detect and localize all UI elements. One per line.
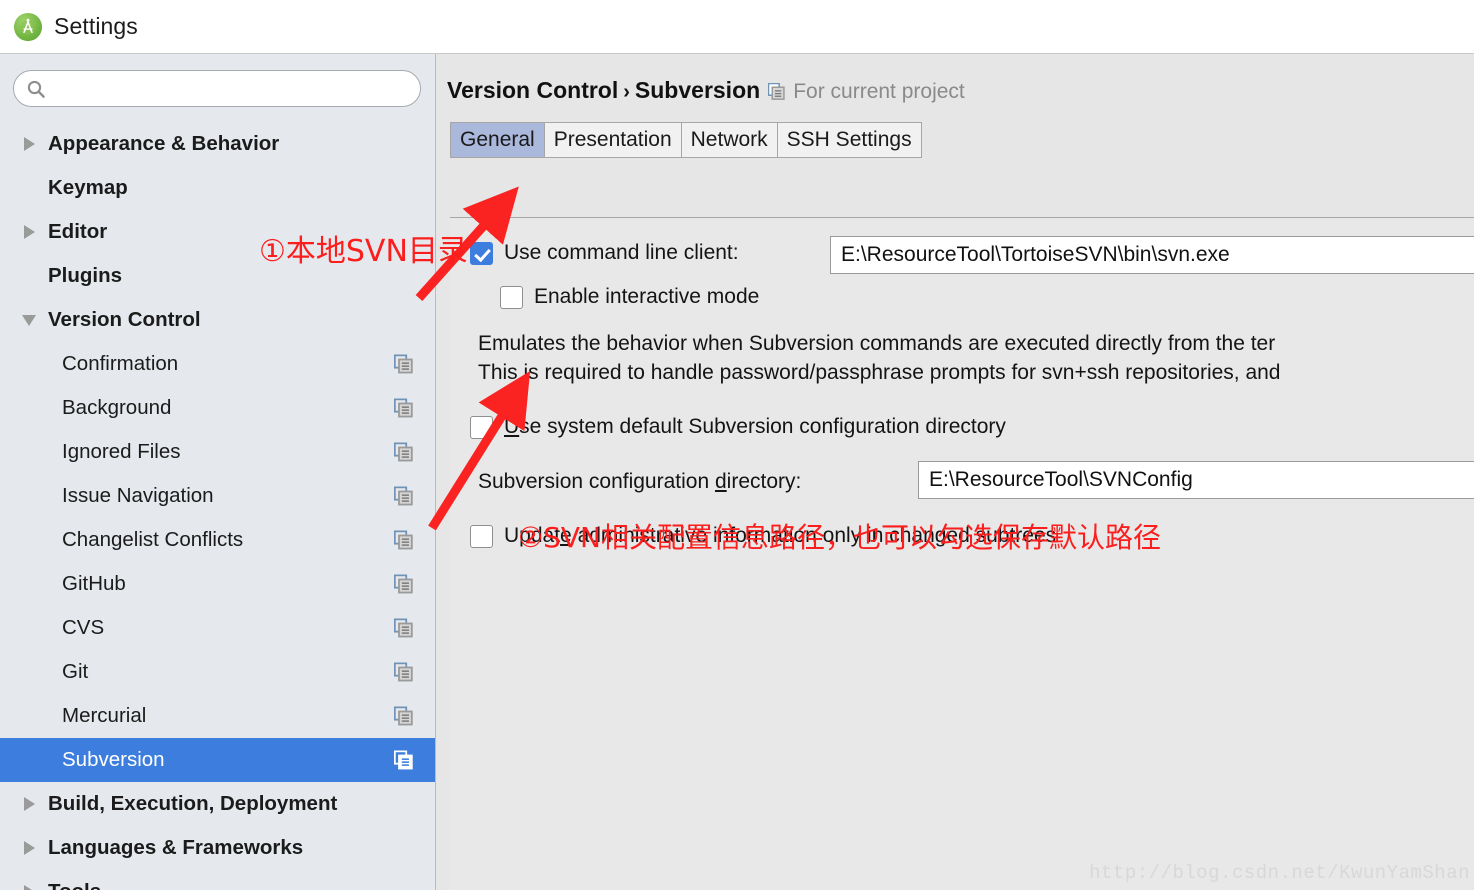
settings-tabs: General Presentation Network SSH Settings (450, 122, 1474, 158)
sidebar-item-version-control[interactable]: Version Control (0, 298, 435, 342)
sidebar-item-label: Issue Navigation (62, 484, 214, 507)
sidebar-item-label: Mercurial (62, 704, 147, 727)
sidebar-item-issue-navigation[interactable]: Issue Navigation (0, 474, 435, 518)
description-line-1: Emulates the behavior when Subversion co… (478, 332, 1276, 355)
breadcrumb-separator: › (623, 81, 630, 103)
tab-presentation[interactable]: Presentation (543, 122, 681, 158)
sidebar-item-mercurial[interactable]: Mercurial (0, 694, 435, 738)
chevron-right-icon[interactable] (14, 137, 44, 151)
enable-interactive-mode-checkbox[interactable] (500, 285, 523, 309)
sidebar-item-label: CVS (62, 616, 105, 639)
sidebar-item-label: Subversion (62, 748, 165, 771)
tab-label: SSH Settings (786, 128, 912, 151)
sidebar-item-changelist-conflicts[interactable]: Changelist Conflicts (0, 518, 435, 562)
breadcrumb-scope-note: For current project (793, 80, 965, 103)
project-scope-icon (768, 83, 785, 100)
sidebar-item-tools[interactable]: Tools (0, 870, 435, 890)
enable-interactive-mode-label: Enable interactive mode (534, 285, 760, 308)
tab-ssh-settings[interactable]: SSH Settings (776, 122, 922, 158)
command-line-client-path-field[interactable]: E:\ResourceTool\TortoiseSVN\bin\svn.exe (830, 236, 1474, 274)
chevron-right-icon[interactable] (14, 885, 44, 890)
use-command-line-client-row[interactable]: Use command line client: (470, 241, 739, 265)
sidebar-item-label: Tools (48, 880, 101, 890)
search-icon (27, 80, 45, 98)
project-scope-icon (394, 618, 413, 638)
label-head: Subversion configuration (478, 470, 715, 493)
project-scope-icon (394, 706, 413, 726)
chevron-right-icon[interactable] (14, 797, 44, 811)
breadcrumb-leaf: Subversion (634, 77, 761, 103)
breadcrumb: Version Control › Subversion For current… (447, 77, 1474, 104)
settings-window: Settings Appearance & Behavior Keymap Edit… (0, 0, 1474, 890)
project-scope-icon (394, 442, 413, 462)
enable-interactive-mode-row[interactable]: Enable interactive mode (500, 285, 759, 309)
sidebar-item-label: Languages & Frameworks (48, 836, 304, 859)
project-scope-icon (394, 354, 413, 374)
chevron-down-icon[interactable] (14, 314, 44, 326)
config-directory-field[interactable]: E:\ResourceTool\SVNConfig (918, 461, 1474, 499)
project-scope-icon (394, 750, 413, 770)
annotation-label-2: ②SVN相关配置信息路径，也可以勾选保存默认路径 (518, 521, 1161, 554)
mnemonic-char: d (714, 470, 727, 493)
chevron-right-icon[interactable] (14, 225, 44, 239)
settings-main-panel: Version Control › Subversion For current… (437, 54, 1474, 890)
tab-network[interactable]: Network (680, 122, 777, 158)
settings-sidebar: Appearance & Behavior Keymap Editor Plugins… (0, 54, 436, 890)
use-command-line-client-label: Use command line client: (504, 241, 739, 264)
project-scope-icon (394, 398, 413, 418)
project-scope-icon (394, 662, 413, 682)
sidebar-item-label: Background (62, 396, 172, 419)
watermark: http://blog.csdn.net/KwunYamShan (1089, 862, 1470, 884)
sidebar-item-cvs[interactable]: CVS (0, 606, 435, 650)
sidebar-item-github[interactable]: GitHub (0, 562, 435, 606)
sidebar-item-label: Git (62, 660, 89, 683)
tab-label: Presentation (553, 128, 672, 151)
use-system-default-config-checkbox[interactable] (470, 415, 493, 439)
sidebar-item-label: Changelist Conflicts (62, 528, 244, 551)
command-line-client-path-value: E:\ResourceTool\TortoiseSVN\bin\svn.exe (841, 243, 1230, 266)
sidebar-item-label: Confirmation (62, 352, 179, 375)
android-studio-icon (13, 12, 43, 41)
project-scope-icon (394, 530, 413, 550)
sidebar-item-background[interactable]: Background (0, 386, 435, 430)
config-directory-value: E:\ResourceTool\SVNConfig (929, 468, 1193, 491)
sidebar-item-label: Build, Execution, Deployment (48, 792, 338, 815)
mnemonic-char: U (504, 415, 520, 438)
sidebar-item-label: Editor (48, 220, 108, 243)
use-system-default-config-label: Use system default Subversion configurat… (504, 415, 1006, 439)
sidebar-item-label: GitHub (62, 572, 126, 595)
tab-label: Network (690, 128, 768, 151)
breadcrumb-root: Version Control (447, 77, 619, 103)
sidebar-item-label: Keymap (48, 176, 128, 199)
sidebar-item-confirmation[interactable]: Confirmation (0, 342, 435, 386)
config-directory-label: Subversion configuration directory: (478, 470, 801, 494)
use-command-line-client-checkbox[interactable] (470, 241, 493, 265)
label-rest: se system default Subversion configurati… (519, 415, 1006, 438)
search-input[interactable] (55, 71, 408, 106)
use-system-default-config-row[interactable]: Use system default Subversion configurat… (470, 415, 1006, 439)
tab-label: General (460, 128, 535, 151)
window-title: Settings (54, 13, 138, 39)
description-line-2: This is required to handle password/pass… (478, 361, 1281, 384)
search-box[interactable] (13, 70, 421, 107)
sidebar-item-keymap[interactable]: Keymap (0, 166, 435, 210)
window-titlebar: Settings (0, 0, 1474, 54)
label-tail: irectory: (726, 470, 802, 493)
sidebar-item-git[interactable]: Git (0, 650, 435, 694)
tab-general[interactable]: General (450, 122, 544, 158)
sidebar-item-subversion[interactable]: Subversion (0, 738, 435, 782)
sidebar-item-ignored-files[interactable]: Ignored Files (0, 430, 435, 474)
sidebar-item-appearance-behavior[interactable]: Appearance & Behavior (0, 122, 435, 166)
sidebar-item-build-execution-deployment[interactable]: Build, Execution, Deployment (0, 782, 435, 826)
sidebar-item-label: Ignored Files (62, 440, 181, 463)
sidebar-item-label: Appearance & Behavior (48, 132, 280, 155)
sidebar-item-label: Version Control (48, 308, 201, 331)
update-admin-info-checkbox[interactable] (470, 524, 493, 548)
sidebar-item-label: Plugins (48, 264, 123, 287)
sidebar-item-languages-frameworks[interactable]: Languages & Frameworks (0, 826, 435, 870)
project-scope-icon (394, 486, 413, 506)
annotation-label-1: ①本地SVN目录 (259, 234, 468, 269)
chevron-right-icon[interactable] (14, 841, 44, 855)
project-scope-icon (394, 574, 413, 594)
